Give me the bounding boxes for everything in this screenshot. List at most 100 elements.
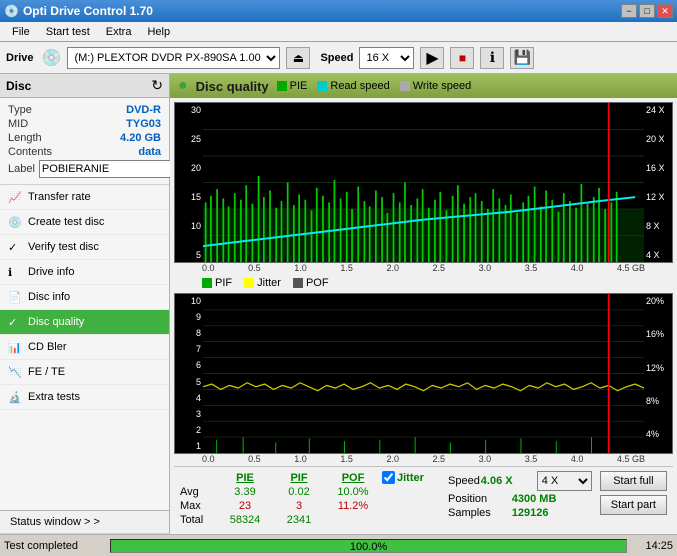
disc-info-panel: Type DVD-R MID TYG03 Length 4.20 GB Cont…	[0, 98, 169, 185]
cd-bler-icon: 📊	[8, 341, 22, 354]
create-disc-icon: 💿	[8, 216, 22, 229]
minimize-button[interactable]: −	[621, 4, 637, 18]
menu-bar: File Start test Extra Help	[0, 22, 677, 42]
sidebar-item-extra-tests[interactable]: 🔬 Extra tests	[0, 385, 169, 410]
contents-key: Contents	[8, 146, 52, 158]
max-pie: 23	[220, 500, 270, 512]
legend2: PIF Jitter POF	[174, 275, 673, 291]
jitter-checkbox[interactable]	[382, 471, 395, 484]
stop-button[interactable]: ■	[450, 47, 474, 69]
label-input[interactable]	[39, 160, 187, 178]
sidebar-item-transfer-rate[interactable]: 📈 Transfer rate	[0, 185, 169, 210]
menu-start-test[interactable]: Start test	[38, 24, 98, 40]
chart1-svg	[203, 103, 644, 262]
stats-col-pie: PIE	[220, 472, 270, 484]
sidebar-item-create-test-disc[interactable]: 💿 Create test disc	[0, 210, 169, 235]
sidebar-item-disc-info[interactable]: 📄 Disc info	[0, 285, 169, 310]
status-window-label: Status window > >	[10, 516, 100, 528]
close-button[interactable]: ✕	[657, 4, 673, 18]
stats-header-row: PIE PIF POF Jitter	[180, 471, 440, 484]
stats-right: Speed 4.06 X 4 X 8 X 16 X Position 4300 …	[448, 471, 592, 519]
status-window-button[interactable]: Status window > >	[0, 511, 169, 534]
position-label: Position	[448, 493, 487, 505]
write-speed-legend-label: Write speed	[413, 80, 472, 92]
chart2-y-right: 20%16%12%8%4%	[644, 294, 672, 453]
type-val: DVD-R	[126, 104, 161, 116]
disc-label: Disc	[6, 79, 31, 93]
eject-button[interactable]: ⏏	[286, 47, 310, 69]
disc-quality-header: ● Disc quality PIE Read speed Write spee…	[170, 74, 677, 98]
pif-legend-color	[202, 278, 212, 288]
legend-top: PIE Read speed Write speed	[277, 80, 472, 92]
chart1-y-right: 24 X20 X16 X12 X8 X4 X	[644, 103, 672, 262]
chart-speed-select[interactable]: 4 X 8 X 16 X	[537, 471, 592, 491]
chart2-y-left: 10987654321	[175, 294, 203, 453]
sidebar-item-verify-test-disc[interactable]: ✓ Verify test disc	[0, 235, 169, 260]
avg-label: Avg	[180, 486, 216, 498]
pif-legend-label: PIF	[215, 277, 232, 289]
jitter-legend-color	[244, 278, 254, 288]
menu-extra[interactable]: Extra	[98, 24, 140, 40]
position-row: Position 4300 MB	[448, 493, 592, 505]
total-pif: 2341	[274, 514, 324, 526]
sidebar-item-fe-te[interactable]: 📉 FE / TE	[0, 360, 169, 385]
pie-legend-label: PIE	[290, 80, 308, 92]
speed-select[interactable]: 16 X 4 X 8 X 12 X MAX	[359, 47, 414, 69]
chart2-wrapper: 10987654321 20%16%12%8%4%	[174, 293, 673, 464]
avg-pif: 0.02	[274, 486, 324, 498]
pof-legend-label: POF	[306, 277, 329, 289]
speed-stat-val: 4.06 X	[481, 475, 536, 487]
app-title: Opti Drive Control 1.70	[23, 4, 153, 18]
chart2-x-axis: 0.00.51.01.52.02.53.03.54.04.5 GB	[174, 454, 673, 464]
position-val: 4300 MB	[512, 493, 592, 505]
drive-select[interactable]: (M:) PLEXTOR DVDR PX-890SA 1.00	[67, 47, 280, 69]
stats-col-pif: PIF	[274, 472, 324, 484]
status-text: Test completed	[4, 540, 104, 552]
save-button[interactable]: 💾	[510, 47, 534, 69]
mid-key: MID	[8, 118, 28, 130]
max-pif: 3	[274, 500, 324, 512]
sidebar-item-drive-info[interactable]: ℹ Drive info	[0, 260, 169, 285]
speed-label: Speed	[320, 52, 353, 64]
extra-tests-icon: 🔬	[8, 391, 22, 404]
sidebar-item-cd-bler[interactable]: 📊 CD Bler	[0, 335, 169, 360]
content-area: ● Disc quality PIE Read speed Write spee…	[170, 74, 677, 534]
menu-help[interactable]: Help	[139, 24, 178, 40]
title-bar: 💿 Opti Drive Control 1.70 − □ ✕	[0, 0, 677, 22]
pof-legend-color	[293, 278, 303, 288]
read-speed-legend-label: Read speed	[330, 80, 389, 92]
status-bar: Test completed 100.0% 14:25	[0, 534, 677, 556]
disc-quality-title: Disc quality	[196, 79, 269, 94]
progress-bar: 100.0%	[110, 539, 627, 553]
start-part-button[interactable]: Start part	[600, 495, 667, 515]
speed-stat-label: Speed	[448, 475, 480, 487]
drive-icon: 💿	[42, 48, 62, 68]
avg-pof: 10.0%	[328, 486, 378, 498]
sidebar: Disc ↻ Type DVD-R MID TYG03 Length 4.20 …	[0, 74, 170, 534]
chart1: 30252015105 24 X20 X16 X12 X8 X4 X	[174, 102, 673, 263]
total-label: Total	[180, 514, 216, 526]
pie-legend-color	[277, 81, 287, 91]
menu-file[interactable]: File	[4, 24, 38, 40]
main-layout: Disc ↻ Type DVD-R MID TYG03 Length 4.20 …	[0, 74, 677, 534]
disc-refresh-icon[interactable]: ↻	[151, 77, 163, 94]
restore-button[interactable]: □	[639, 4, 655, 18]
samples-label: Samples	[448, 507, 491, 519]
max-pof: 11.2%	[328, 500, 378, 512]
app-icon: 💿	[4, 4, 19, 18]
drive-info-icon: ℹ	[8, 266, 12, 279]
start-full-button[interactable]: Start full	[600, 471, 667, 491]
disc-info-icon: 📄	[8, 291, 22, 304]
jitter-checkbox-group: Jitter	[382, 471, 424, 484]
status-time: 14:25	[633, 540, 673, 552]
sidebar-item-disc-quality[interactable]: ✓ Disc quality	[0, 310, 169, 335]
label-key: Label	[8, 163, 35, 175]
samples-val: 129126	[512, 507, 592, 519]
chart2: 10987654321 20%16%12%8%4%	[174, 293, 673, 454]
go-button[interactable]: ▶	[420, 47, 444, 69]
stats-col-pof: POF	[328, 472, 378, 484]
chart1-wrapper: 30252015105 24 X20 X16 X12 X8 X4 X	[174, 102, 673, 273]
chart2-svg	[203, 294, 644, 453]
stats-table: PIE PIF POF Jitter Avg 3.39 0.02 10.0%	[180, 471, 440, 526]
info-button[interactable]: ℹ	[480, 47, 504, 69]
